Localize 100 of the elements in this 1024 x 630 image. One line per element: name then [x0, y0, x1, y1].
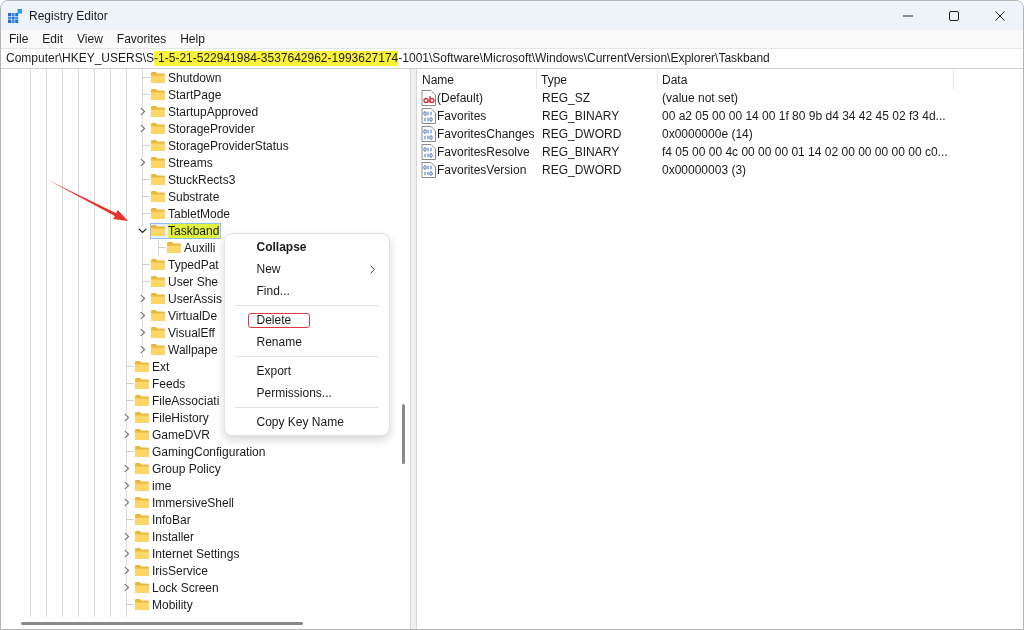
tree-item[interactable]: StartPage — [150, 86, 224, 103]
menu-item[interactable]: Find... — [229, 280, 385, 302]
folder-icon — [151, 310, 165, 321]
tree-item[interactable]: ImmersiveShell — [134, 494, 237, 511]
folder-icon — [135, 463, 149, 474]
menu-item[interactable]: Help — [173, 30, 212, 48]
tree-item[interactable]: GamingConfiguration — [134, 443, 268, 460]
tree-item[interactable]: Wallpape — [150, 341, 220, 358]
tree-item[interactable]: VisualEff — [150, 324, 217, 341]
folder-icon — [135, 582, 149, 593]
chevron-icon[interactable] — [137, 226, 147, 235]
value-name[interactable]: FavoritesResolve — [436, 145, 531, 159]
folder-icon — [135, 565, 149, 576]
menu-item[interactable]: Rename — [229, 331, 385, 353]
value-name[interactable]: FavoritesVersion — [436, 163, 528, 177]
close-icon — [995, 10, 1005, 21]
folder-icon — [135, 361, 149, 372]
folder-icon — [135, 480, 149, 491]
folder-icon — [135, 497, 149, 508]
tree-item[interactable]: TypedPat — [150, 256, 221, 273]
menu-item[interactable]: Favorites — [109, 30, 174, 48]
menu-item[interactable]: View — [70, 30, 110, 48]
tree-item[interactable]: Installer — [134, 528, 197, 545]
scrollbar-thumb[interactable] — [401, 404, 405, 464]
value-name[interactable]: FavoritesChanges — [436, 127, 536, 141]
tree-item[interactable]: StorageProviderStatus — [150, 137, 291, 154]
folder-icon — [167, 242, 181, 253]
folder-icon — [151, 89, 165, 100]
menu-item[interactable]: Copy Key Name — [229, 411, 385, 433]
tree-item[interactable]: TabletMode — [150, 205, 233, 222]
menu-item[interactable]: New — [229, 258, 385, 280]
value-name[interactable]: Favorites — [436, 109, 488, 123]
folder-icon — [151, 225, 165, 236]
tree-item[interactable]: IrisService — [134, 562, 210, 579]
folder-icon — [151, 140, 165, 151]
binary-value-icon — [421, 162, 436, 178]
value-data: 00 a2 05 00 00 14 00 1f 80 9b d4 34 42 45 02 f3 4d... — [661, 109, 946, 123]
tree-item[interactable]: Substrate — [150, 188, 222, 205]
tree-item[interactable]: Auxilli — [166, 239, 218, 256]
tree-item[interactable]: ime — [134, 477, 174, 494]
value-type: REG_DWORD — [541, 127, 623, 141]
value-name[interactable]: (Default) — [436, 91, 484, 105]
folder-icon — [135, 429, 149, 440]
tree-item[interactable]: StorageProvider — [150, 120, 257, 137]
folder-icon — [135, 599, 149, 610]
tree-item[interactable]: Streams — [150, 154, 215, 171]
folder-icon — [151, 191, 165, 202]
value-data: (value not set) — [661, 91, 739, 105]
tree-item[interactable]: Feeds — [134, 375, 188, 392]
tree-item[interactable]: Lock Screen — [134, 579, 221, 596]
tree-item[interactable]: UserAssis — [150, 290, 224, 307]
tree-item[interactable]: Ext — [134, 358, 172, 375]
menu-item[interactable]: Permissions... — [229, 382, 385, 404]
value-type: REG_BINARY — [541, 109, 621, 123]
tree-item[interactable]: VirtualDe — [150, 307, 220, 324]
tree-item[interactable]: StartupApproved — [150, 103, 261, 120]
value-data: f4 05 00 00 4c 00 00 00 01 14 02 00 00 00 00 00 c0... — [661, 145, 948, 159]
tree-item[interactable]: InfoBar — [134, 511, 193, 528]
scrollbar-thumb[interactable] — [21, 621, 303, 625]
tree-item[interactable]: FileAssociati — [134, 392, 222, 409]
binary-value-icon — [421, 108, 436, 124]
window-title: Registry Editor — [29, 8, 109, 23]
folder-icon — [151, 259, 165, 270]
tree-item[interactable]: GameDVR — [134, 426, 212, 443]
tree-item[interactable]: Shutdown — [150, 69, 224, 86]
folder-icon — [135, 548, 149, 559]
folder-icon — [135, 446, 149, 457]
value-type: REG_BINARY — [541, 145, 621, 159]
chevron-right-icon — [370, 264, 375, 274]
tree-item[interactable]: Group Policy — [134, 460, 223, 477]
folder-icon — [135, 395, 149, 406]
cubes-icon — [8, 8, 22, 23]
folder-icon — [151, 72, 165, 83]
menu-item[interactable]: Export — [229, 360, 385, 382]
folder-icon — [135, 412, 149, 423]
menu-item[interactable]: Delete — [229, 309, 385, 331]
tree-item[interactable]: FileHistory — [134, 409, 211, 426]
folder-icon — [151, 276, 165, 287]
folder-icon — [151, 327, 165, 338]
folder-icon — [151, 344, 165, 355]
tree-item[interactable]: StuckRects3 — [150, 171, 238, 188]
folder-icon — [151, 293, 165, 304]
folder-icon — [151, 208, 165, 219]
menu-item[interactable]: Edit — [35, 30, 71, 48]
menu-item[interactable]: File — [2, 30, 36, 48]
tree-item[interactable]: Taskband — [150, 222, 222, 239]
tree-item[interactable]: Internet Settings — [134, 545, 242, 562]
value-type: REG_SZ — [541, 91, 591, 105]
binary-value-icon — [421, 126, 436, 142]
tree-item[interactable]: User She — [150, 273, 221, 290]
folder-icon — [135, 531, 149, 542]
folder-icon — [151, 174, 165, 185]
folder-icon — [151, 106, 165, 117]
menu-item[interactable]: Collapse — [229, 236, 385, 258]
string-value-icon — [421, 90, 436, 106]
value-data: 0x0000000e (14) — [661, 127, 753, 141]
folder-icon — [135, 378, 149, 389]
binary-value-icon — [421, 144, 436, 160]
tree-item[interactable]: Mobility — [134, 596, 195, 613]
folder-icon — [151, 157, 165, 168]
